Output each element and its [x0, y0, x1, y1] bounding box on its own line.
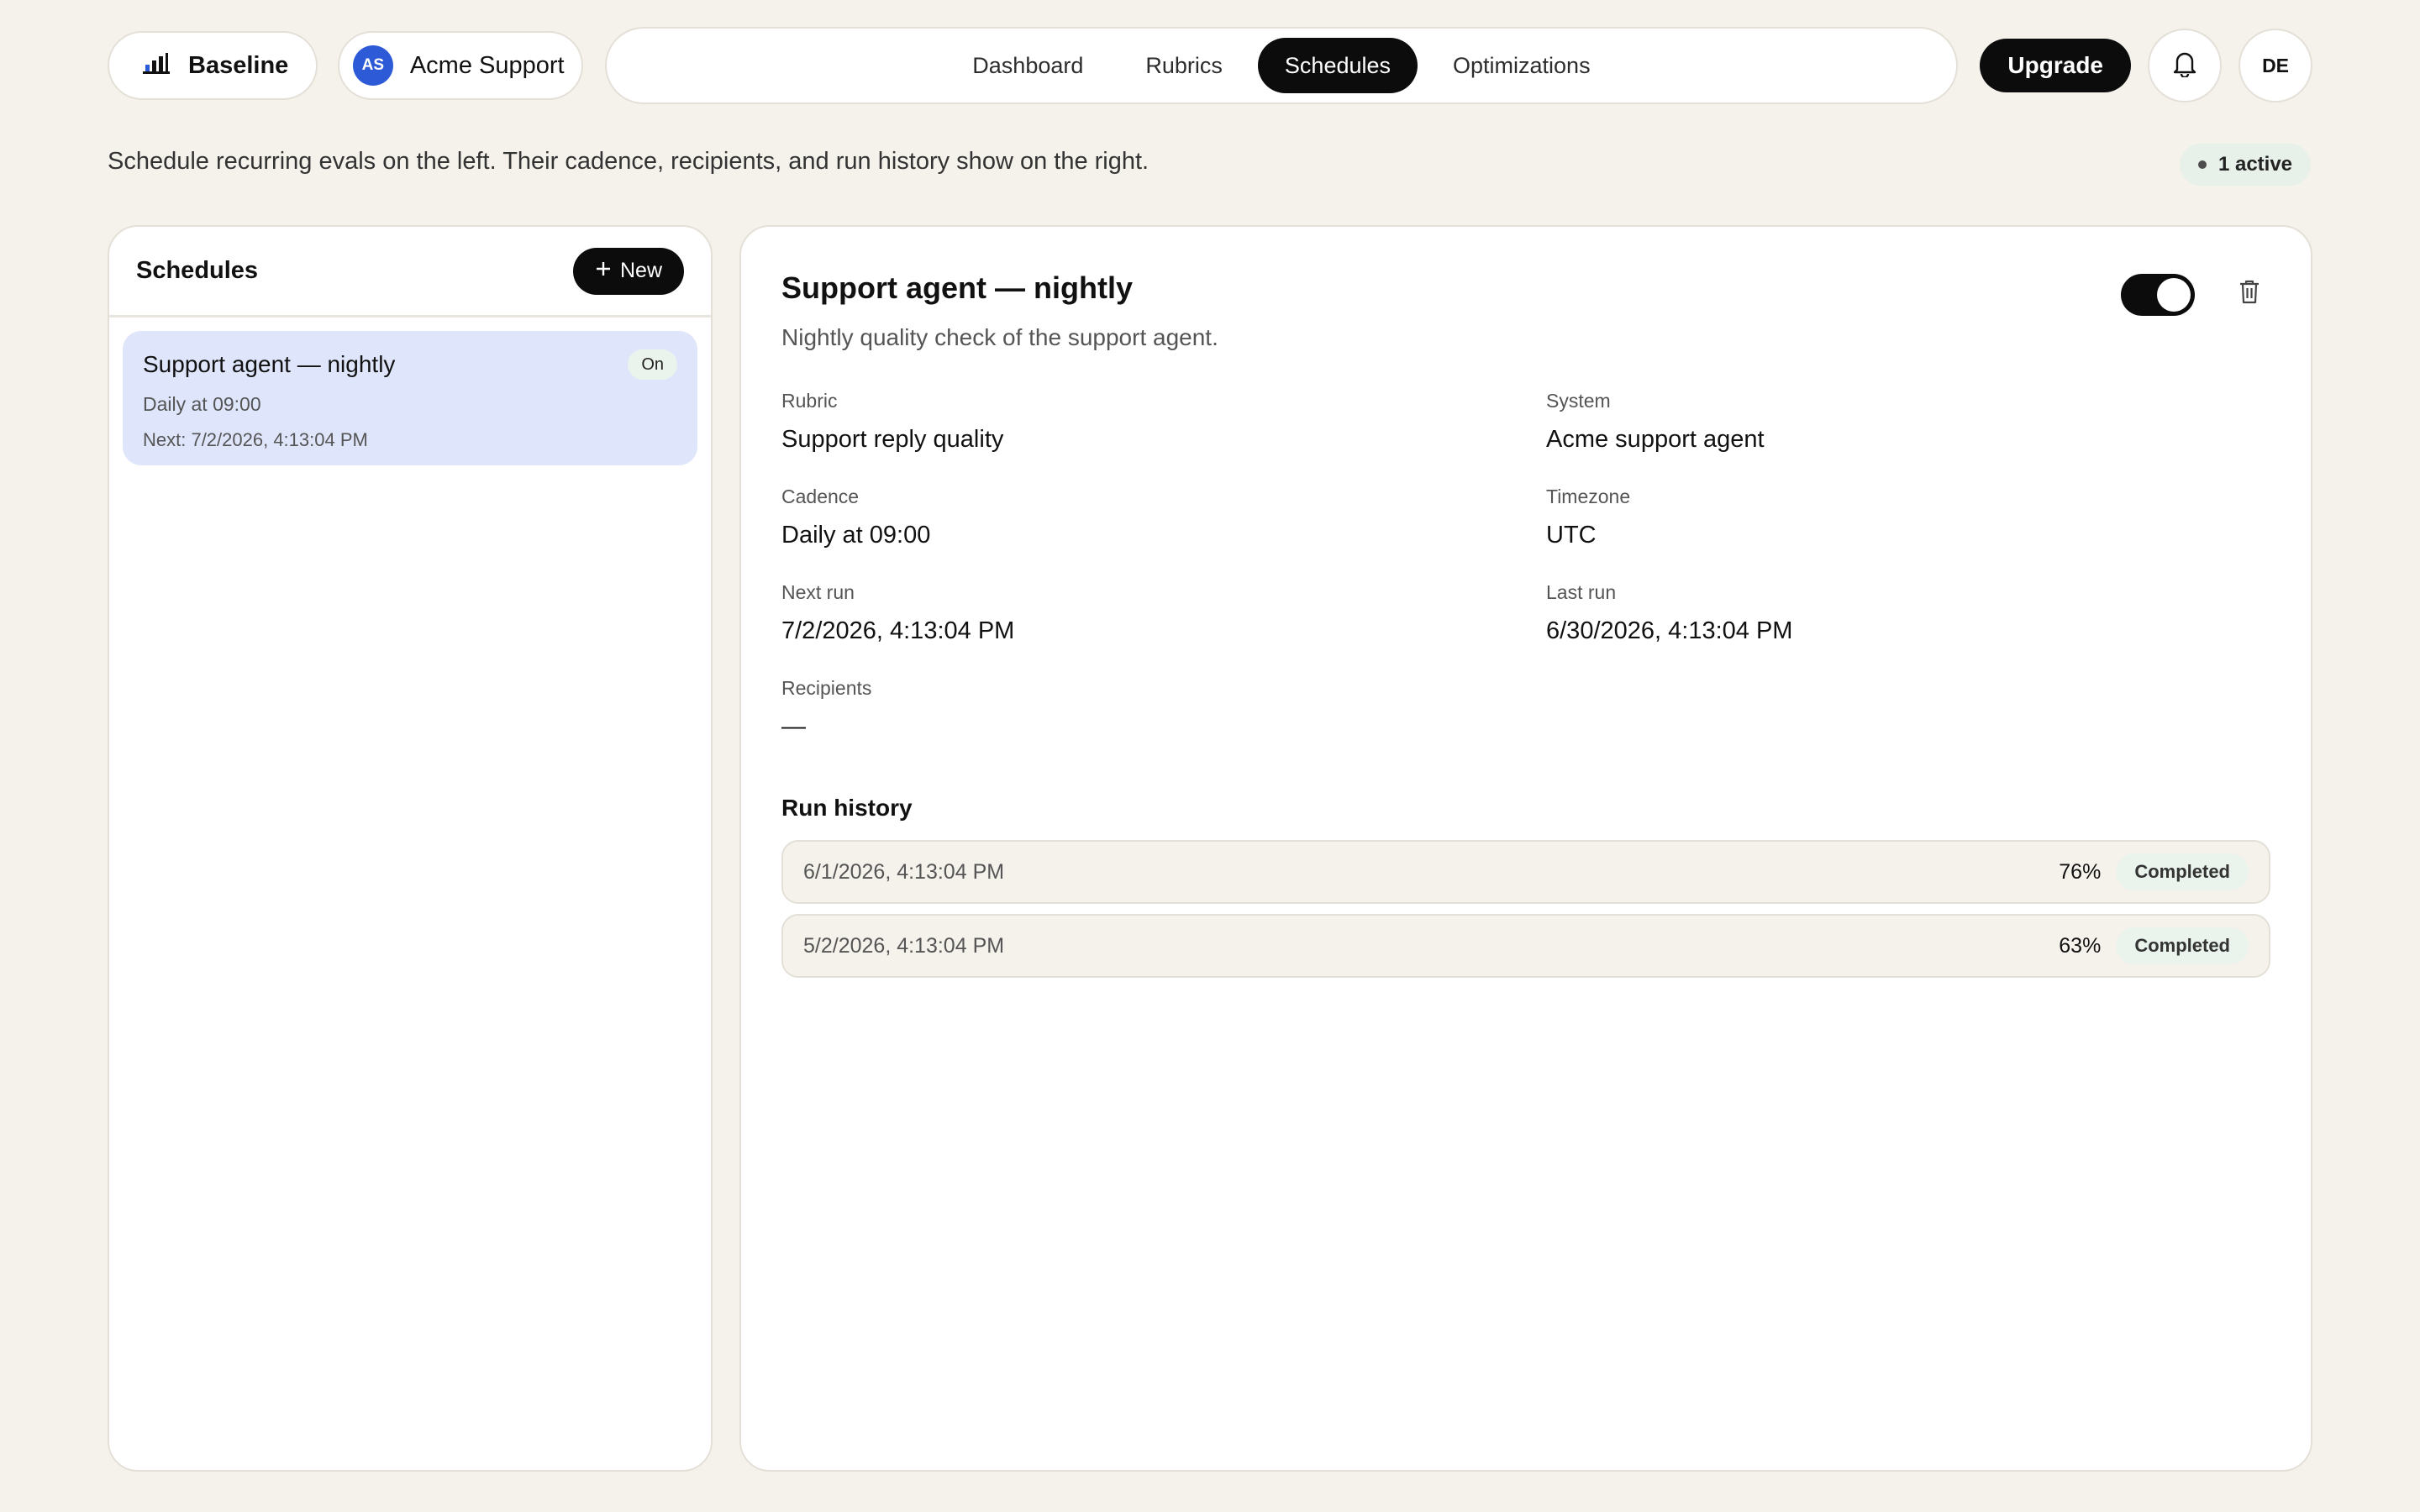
tab-rubrics[interactable]: Rubrics [1118, 38, 1249, 93]
run-status-badge: Completed [2116, 927, 2249, 964]
field-label: Cadence [781, 486, 860, 507]
run-history-row[interactable]: 6/1/2026, 4:13:04 PM 76% Completed [781, 840, 2270, 904]
schedules-header: Schedules New [109, 227, 711, 318]
tab-dashboard[interactable]: Dashboard [945, 38, 1110, 93]
field-label: System [1546, 390, 1611, 412]
schedule-detail-panel: Support agent — nightly Nightly quality … [739, 225, 2312, 1472]
field-system: System Acme support agent [1546, 390, 2218, 454]
run-date: 5/2/2026, 4:13:04 PM [803, 933, 1005, 958]
run-history-row[interactable]: 5/2/2026, 4:13:04 PM 63% Completed [781, 914, 2270, 978]
field-value: Acme support agent [1546, 426, 1765, 453]
enabled-toggle[interactable] [2121, 274, 2195, 316]
field-value: UTC [1546, 522, 1597, 549]
field-timezone: Timezone UTC [1546, 486, 2218, 549]
field-value: Support reply quality [781, 426, 1004, 453]
schedule-cadence: Daily at 09:00 [143, 393, 261, 415]
field-cadence: Cadence Daily at 09:00 [781, 486, 1546, 549]
field-value: Daily at 09:00 [781, 522, 931, 549]
trash-icon [2238, 280, 2260, 307]
field-label: Next run [781, 581, 855, 603]
user-avatar-button[interactable]: DE [2238, 29, 2313, 102]
status-badge: On [628, 349, 677, 380]
field-rubric: Rubric Support reply quality [781, 390, 1546, 454]
tab-optimizations[interactable]: Optimizations [1426, 38, 1618, 93]
run-score: 76% [2059, 859, 2102, 884]
run-history-title: Run history [781, 795, 913, 821]
org-avatar: AS [352, 45, 393, 86]
detail-title: Support agent — nightly [781, 270, 1133, 305]
field-recipients: Recipients — [781, 677, 1546, 741]
field-label: Rubric [781, 390, 838, 412]
schedule-list-item[interactable]: Support agent — nightly Daily at 09:00 N… [123, 331, 697, 465]
org-switcher[interactable]: AS Acme Support [337, 31, 583, 100]
active-count-label: 1 active [2217, 153, 2293, 176]
run-date: 6/1/2026, 4:13:04 PM [803, 859, 1005, 884]
field-label: Timezone [1546, 486, 1631, 507]
tab-schedules[interactable]: Schedules [1257, 38, 1418, 93]
field-value: 7/2/2026, 4:13:04 PM [781, 617, 1015, 644]
brand-name: Baseline [188, 51, 289, 79]
page-subtitle: Schedule recurring evals on the left. Th… [108, 148, 1150, 175]
schedules-title: Schedules [136, 257, 259, 284]
detail-fields: Rubric Support reply quality System Acme… [781, 390, 2270, 741]
run-status-badge: Completed [2116, 853, 2249, 890]
plus-icon [595, 259, 612, 283]
bar-chart-icon [143, 52, 170, 79]
user-initials: DE [2262, 54, 2290, 76]
toggle-knob [2157, 278, 2191, 312]
field-next-run: Next run 7/2/2026, 4:13:04 PM [781, 581, 1546, 645]
run-score: 63% [2059, 933, 2102, 958]
active-count-badge: 1 active [2180, 144, 2311, 186]
org-name: Acme Support [409, 51, 565, 79]
notifications-button[interactable] [2148, 29, 2223, 102]
schedule-name: Support agent — nightly [143, 351, 396, 377]
field-label: Last run [1546, 581, 1617, 603]
field-label: Recipients [781, 677, 872, 699]
status-dot [2197, 160, 2207, 169]
field-value: 6/30/2026, 4:13:04 PM [1546, 617, 1793, 644]
delete-button[interactable] [2238, 279, 2260, 308]
field-last-run: Last run 6/30/2026, 4:13:04 PM [1546, 581, 2218, 645]
top-bar: Baseline AS Acme Support Dashboard Rubri… [108, 27, 2313, 104]
new-schedule-button[interactable]: New [573, 247, 684, 295]
detail-description: Nightly quality check of the support age… [781, 324, 1218, 350]
brand-button[interactable]: Baseline [108, 31, 318, 100]
field-value: — [781, 713, 806, 740]
main-nav: Dashboard Rubrics Schedules Optimization… [604, 27, 1959, 104]
schedules-panel: Schedules New Support agent — nightly Da… [108, 225, 713, 1472]
schedule-next-run: Next: 7/2/2026, 4:13:04 PM [143, 429, 368, 450]
bell-icon [2172, 50, 2197, 81]
upgrade-button[interactable]: Upgrade [1980, 39, 2132, 92]
new-schedule-label: New [619, 259, 662, 282]
